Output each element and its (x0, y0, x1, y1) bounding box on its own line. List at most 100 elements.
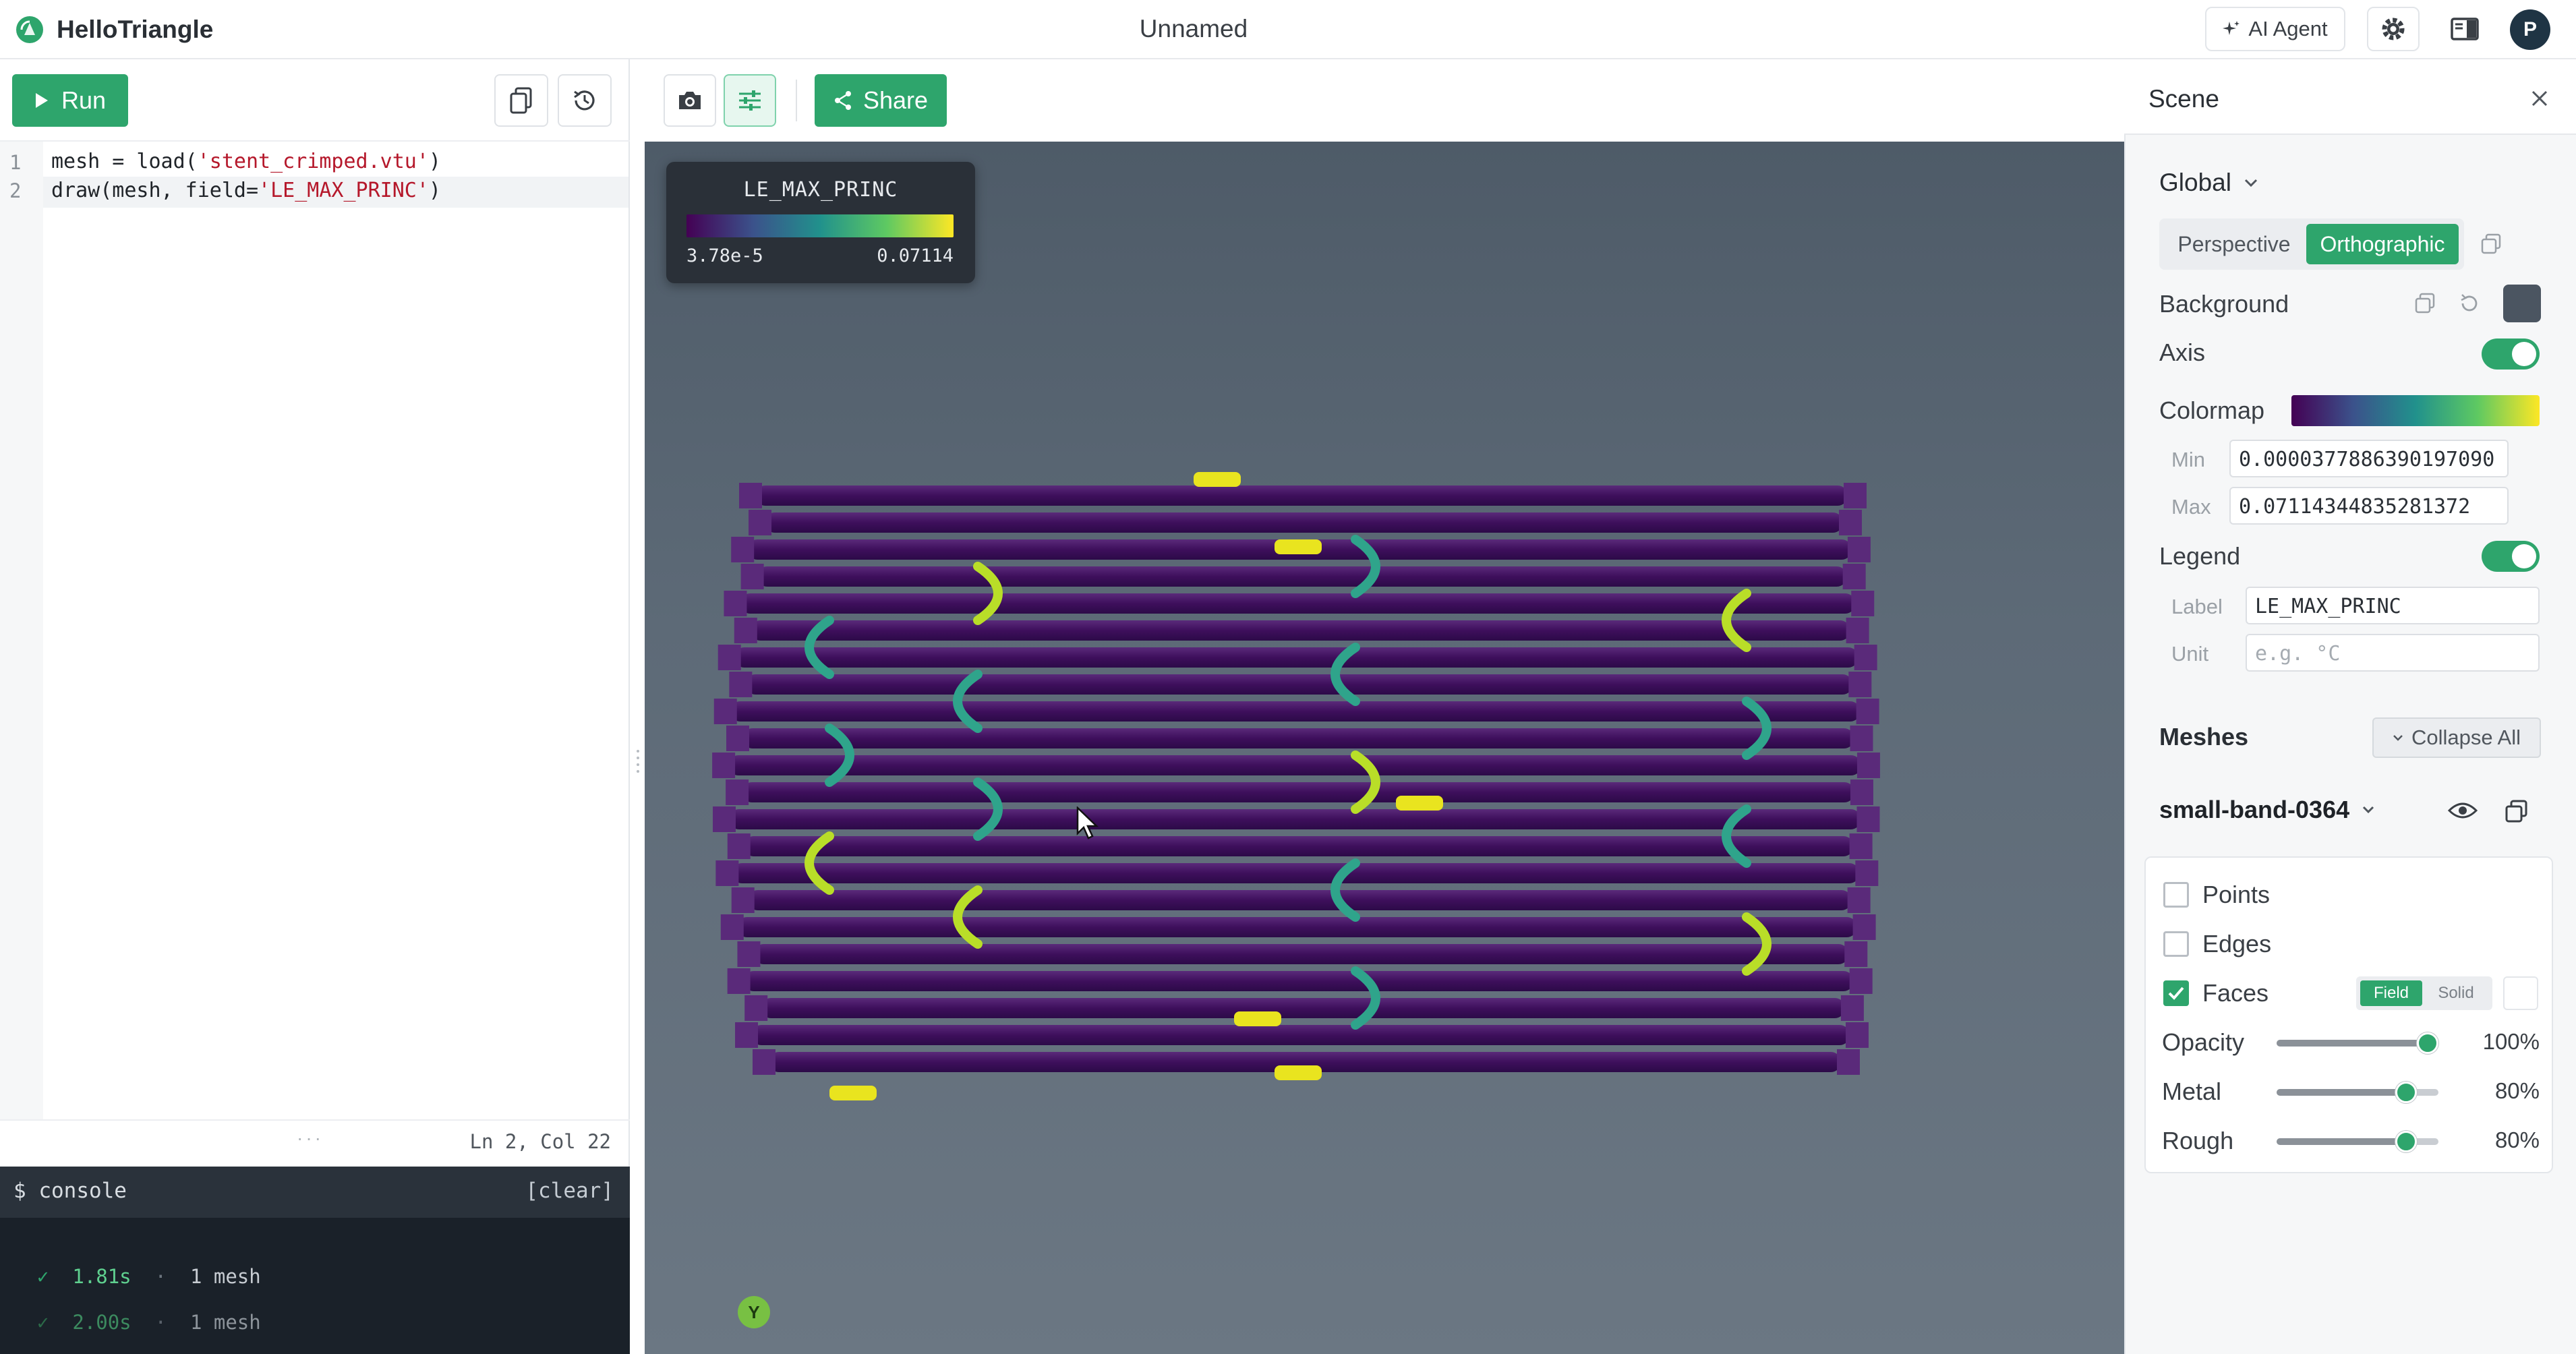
stent-strut-end (734, 618, 757, 643)
max-label: Max (2171, 495, 2211, 519)
rough-slider-handle[interactable] (2395, 1131, 2417, 1152)
legend-unit-input[interactable]: e.g. °C (2246, 634, 2540, 672)
cursor-position: Ln 2, Col 22 (469, 1130, 611, 1153)
code-line[interactable]: draw(mesh, field='LE_MAX_PRINC') (51, 179, 441, 202)
legend-toggle[interactable] (2482, 541, 2540, 572)
document-title[interactable]: Unnamed (1052, 15, 1335, 43)
stent-strut-end (1848, 672, 1872, 697)
stent-strut-end (1849, 833, 1873, 859)
history-button[interactable] (558, 74, 612, 127)
code-line[interactable]: mesh = load('stent_crimped.vtu') (51, 150, 441, 173)
eye-icon[interactable] (2448, 800, 2478, 821)
field-mode-option[interactable]: Field (2360, 980, 2422, 1006)
perspective-option[interactable]: Perspective (2167, 224, 2301, 264)
opacity-value: 100% (2482, 1029, 2540, 1054)
collapse-all-button[interactable]: Collapse All (2372, 717, 2541, 758)
copy-code-button[interactable] (494, 74, 548, 127)
copy-icon[interactable] (2413, 291, 2437, 316)
stent-strut-end (724, 591, 747, 616)
legend-title: LE_MAX_PRINC (743, 178, 898, 202)
edges-label: Edges (2202, 930, 2272, 958)
stent-strut-end (1852, 914, 1876, 940)
stent-hotspot (1396, 796, 1443, 811)
chevron-down-icon (2363, 806, 2374, 814)
legend-label-input[interactable]: LE_MAX_PRINC (2246, 587, 2540, 624)
stent-strut (753, 944, 1849, 964)
opacity-slider-handle[interactable] (2417, 1032, 2438, 1054)
close-icon[interactable] (2526, 85, 2553, 112)
stent-strut-end (1851, 591, 1875, 616)
meshes-title: Meshes (2159, 723, 2249, 750)
code-string: 'LE_MAX_PRINC' (258, 179, 429, 202)
faces-checkbox[interactable] (2163, 980, 2189, 1006)
stent-strut (743, 971, 1854, 991)
metal-slider-handle[interactable] (2395, 1082, 2417, 1103)
screenshot-button[interactable] (664, 74, 716, 127)
global-title: Global (2159, 169, 2231, 196)
orthographic-option[interactable]: Orthographic (2306, 224, 2459, 264)
stent-strut-end (739, 483, 762, 508)
stent-strut (736, 917, 1857, 937)
stent-strut (728, 755, 1861, 775)
stent-strut-end (1838, 510, 1862, 535)
stent-strut (729, 809, 1861, 829)
colormap-selector[interactable] (2291, 395, 2540, 426)
stent-strut (747, 890, 1852, 910)
legend-max: 0.07114 (877, 245, 954, 266)
gear-icon (2382, 18, 2405, 40)
colormap-min-input[interactable]: 0.0000377886390197090 (2229, 440, 2509, 477)
stent-strut-end (1847, 887, 1871, 913)
background-color-swatch[interactable] (2503, 285, 2541, 322)
stent-strut (765, 512, 1843, 533)
opacity-label: Opacity (2162, 1028, 2245, 1056)
console-separator: · (154, 1265, 167, 1288)
stent-strut-end (1846, 618, 1869, 643)
solid-mode-option[interactable]: Solid (2425, 980, 2487, 1006)
ai-agent-label: AI Agent (2248, 17, 2328, 40)
view-settings-button[interactable] (724, 74, 776, 127)
reset-icon[interactable] (2457, 291, 2482, 316)
points-checkbox[interactable] (2163, 882, 2189, 908)
stent-strut (730, 701, 1861, 722)
legend-label: Legend (2159, 542, 2241, 570)
background-label: Background (2159, 290, 2289, 318)
mesh-selector[interactable]: small-band-0364 (2159, 796, 2375, 824)
run-button[interactable]: Run (12, 74, 128, 127)
colormap-max-input[interactable]: 0.07114344835281372 (2229, 487, 2509, 525)
stent-strut-end (1854, 645, 1877, 670)
stent-strut-end (1847, 537, 1871, 562)
stent-hotspot (829, 1086, 877, 1100)
copy-icon[interactable] (2479, 232, 2503, 256)
pane-resize-handle[interactable] (635, 747, 641, 777)
check-icon: ✓ (36, 1311, 49, 1334)
duplicate-icon[interactable] (2503, 798, 2530, 825)
user-avatar[interactable]: P (2510, 9, 2550, 50)
global-section-toggle[interactable]: Global (2159, 169, 2258, 197)
rough-slider-fill (2277, 1138, 2406, 1145)
console-clear-button[interactable]: [clear] (513, 1179, 614, 1203)
stent-mesh-render[interactable] (708, 459, 1895, 1119)
stent-strut-end (740, 564, 764, 589)
stent-strut-end (737, 941, 761, 967)
stent-strut (742, 728, 1854, 748)
stent-strut-end (726, 726, 750, 751)
stent-strut-end (1855, 860, 1879, 886)
share-button[interactable]: Share (815, 74, 947, 127)
scene-title: Scene (2148, 85, 2219, 113)
settings-button[interactable] (2367, 7, 2420, 51)
edges-checkbox[interactable] (2163, 931, 2189, 957)
history-icon (574, 90, 595, 111)
console-time: 2.00s (72, 1311, 131, 1334)
stent-strut (743, 836, 1854, 856)
stent-strut-end (1856, 753, 1880, 778)
stent-strut-end (731, 537, 755, 562)
face-color-swatch[interactable] (2503, 976, 2538, 1010)
stent-strut-end (713, 699, 737, 724)
ai-agent-button[interactable]: AI Agent (2205, 7, 2345, 51)
axis-toggle[interactable] (2482, 338, 2540, 370)
drag-handle-dots[interactable]: ··· (297, 1127, 324, 1149)
panel-layout-button[interactable] (2438, 7, 2491, 51)
stent-strut-end (731, 887, 755, 913)
brand[interactable]: HelloTriangle (15, 12, 213, 47)
console-title: $ console (13, 1179, 127, 1203)
